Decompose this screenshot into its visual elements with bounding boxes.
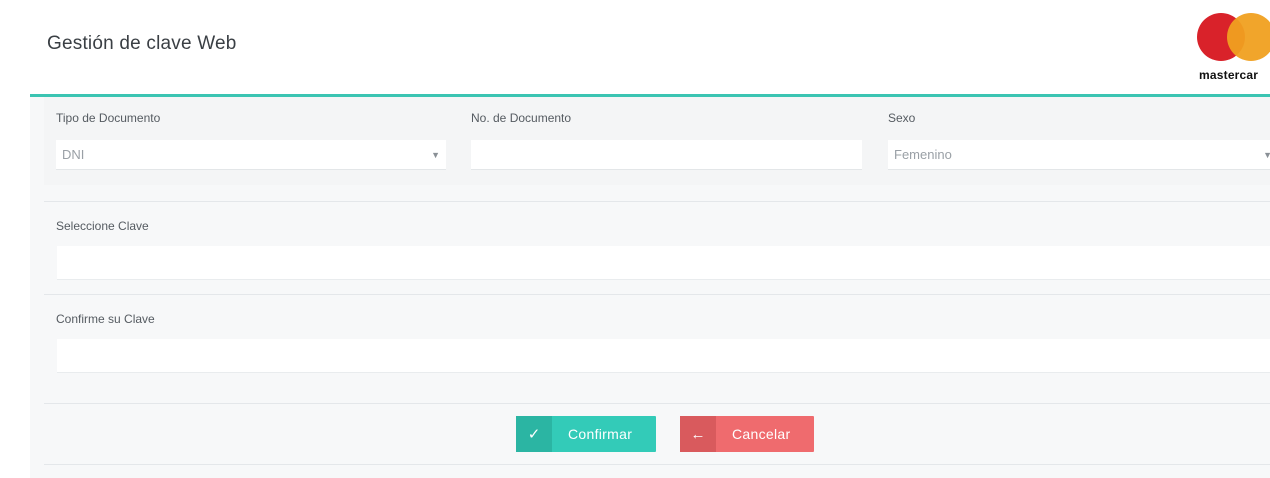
clave-label: Seleccione Clave [56,219,149,233]
sexo-select[interactable]: Femenino ▼ [888,140,1270,170]
check-icon: ✓ [516,416,552,452]
clave-input[interactable] [57,246,1270,280]
cancel-button[interactable]: ← Cancelar [680,416,814,452]
tipo-documento-label: Tipo de Documento [56,111,161,125]
logo-yellow-circle [1227,13,1270,61]
sexo-label: Sexo [888,111,916,125]
numero-documento-input[interactable] [471,140,862,170]
numero-documento-label: No. de Documento [471,111,572,125]
sexo-value: Femenino [894,147,952,162]
confirmar-clave-input[interactable] [57,339,1270,373]
mastercard-logo: mastercar [1190,10,1270,88]
arrow-left-icon: ← [680,416,716,452]
chevron-down-icon: ▼ [1263,150,1270,160]
page-title: Gestión de clave Web [47,33,237,54]
tipo-documento-select[interactable]: DNI ▼ [56,140,446,170]
tipo-documento-value: DNI [62,147,85,162]
logo-wordmark: mastercar [1199,68,1259,82]
cancel-button-label: Cancelar [732,426,791,442]
page-header: Gestión de clave Web mastercar [0,0,1270,95]
chevron-down-icon: ▼ [431,150,440,160]
divider [44,294,1270,295]
confirm-button-label: Confirmar [568,426,633,442]
divider [44,464,1270,465]
divider [44,201,1270,202]
confirmar-clave-label: Confirme su Clave [56,312,155,326]
confirm-button[interactable]: ✓ Confirmar [516,416,656,452]
divider [44,403,1270,404]
